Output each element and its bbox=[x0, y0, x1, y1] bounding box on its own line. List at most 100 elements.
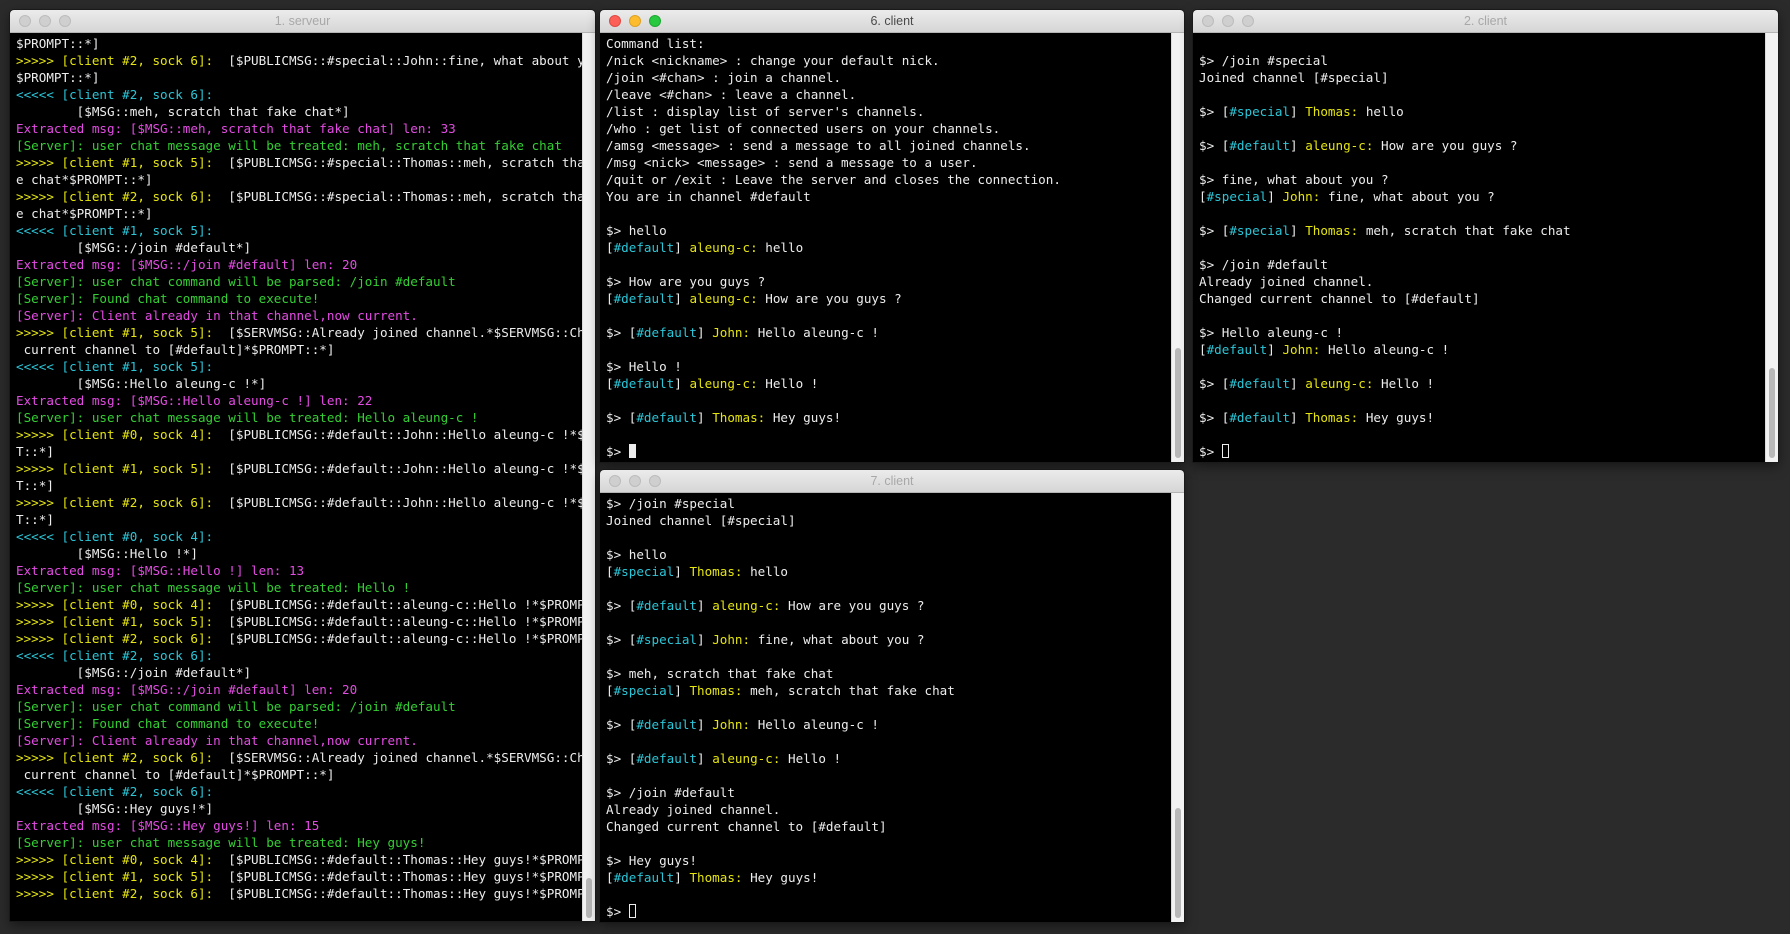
terminal-text: [$PUBLICMSG::#special::Thomas::meh, scra… bbox=[213, 189, 583, 204]
terminal-text: ] bbox=[1290, 376, 1306, 391]
close-button[interactable] bbox=[19, 15, 31, 27]
minimize-button[interactable] bbox=[629, 475, 641, 487]
terminal-text: ] bbox=[697, 717, 713, 732]
terminal-text: [Server]: user chat message will be trea… bbox=[16, 835, 426, 850]
scrollbar-thumb[interactable] bbox=[1175, 808, 1181, 918]
terminal-text: $> Hello aleung-c ! bbox=[1199, 325, 1344, 340]
terminal-window-client-6[interactable]: 6. client Command list: /nick <nickname> … bbox=[600, 10, 1184, 462]
titlebar-client-6[interactable]: 6. client bbox=[600, 10, 1184, 33]
terminal-text: <<<<< [client #1, sock 5]: bbox=[16, 359, 214, 374]
terminal-text: [$PUBLICMSG::#default::Thomas::Hey guys!… bbox=[213, 886, 583, 901]
terminal-text: [$SERVMSG::Already joined channel.*$SERV… bbox=[213, 750, 583, 765]
terminal-text: ] bbox=[1290, 410, 1306, 425]
terminal-line: <<<<< [client #1, sock 5]: bbox=[16, 222, 577, 239]
terminal-line: >>>>> [client #0, sock 4]: [$PUBLICMSG::… bbox=[16, 851, 583, 868]
terminal-window-client-7[interactable]: 7. client $> /join #special Joined channe… bbox=[600, 470, 1184, 922]
titlebar-client-7[interactable]: 7. client bbox=[600, 470, 1184, 493]
terminal-text: /nick <nickname> : change your default n… bbox=[606, 53, 940, 68]
close-button[interactable] bbox=[1202, 15, 1214, 27]
terminal-text: ] bbox=[697, 325, 713, 340]
terminal-line: [Server]: user chat message will be trea… bbox=[16, 137, 577, 154]
terminal-window-serveur[interactable]: 1. serveur $PROMPT::*] >>>>> [client #2, … bbox=[10, 10, 595, 921]
scrollbar-thumb[interactable] bbox=[586, 878, 592, 918]
terminal-line: Extracted msg: [$MSG::meh, scratch that … bbox=[16, 120, 577, 137]
terminal-text: [ bbox=[606, 376, 614, 391]
terminal-text: ] bbox=[697, 410, 713, 425]
terminal-text: #default bbox=[636, 717, 698, 732]
terminal-text: [$PUBLICMSG::#default::John::Hello aleun… bbox=[213, 427, 583, 442]
terminal-output[interactable]: $PROMPT::*] >>>>> [client #2, sock 6]: [$… bbox=[10, 33, 583, 921]
terminal-line: T::*] bbox=[16, 443, 577, 460]
terminal-output[interactable]: Command list: /nick <nickname> : change y… bbox=[600, 33, 1172, 462]
close-button[interactable] bbox=[609, 475, 621, 487]
terminal-text: [ bbox=[606, 870, 614, 885]
terminal-text: /list : display list of server's channel… bbox=[606, 104, 925, 119]
terminal-text: Extracted msg: [$MSG::/join #default] le… bbox=[16, 682, 358, 697]
minimize-button[interactable] bbox=[629, 15, 641, 27]
terminal-text: #default bbox=[636, 598, 698, 613]
terminal-line: /who : get list of connected users on yo… bbox=[606, 120, 1166, 137]
terminal-line: /leave <#chan> : leave a channel. bbox=[606, 86, 1166, 103]
zoom-button[interactable] bbox=[649, 475, 661, 487]
window-title: 6. client bbox=[870, 14, 914, 28]
terminal-text: $> hello bbox=[606, 223, 667, 238]
terminal-line: T::*] bbox=[16, 477, 577, 494]
terminal-text: hello bbox=[1358, 104, 1404, 119]
minimize-button[interactable] bbox=[1222, 15, 1234, 27]
terminal-line: >>>>> [client #1, sock 5]: [$PUBLICMSG::… bbox=[16, 460, 583, 477]
scrollbar[interactable] bbox=[1171, 493, 1184, 922]
terminal-text: Extracted msg: [$MSG::Hello !] len: 13 bbox=[16, 563, 305, 578]
scrollbar-thumb[interactable] bbox=[1769, 368, 1775, 458]
titlebar-client-2[interactable]: 2. client bbox=[1193, 10, 1778, 33]
terminal-text: [$PUBLICMSG::#default::aleung-c::Hello !… bbox=[213, 614, 583, 629]
terminal-line: >>>>> [client #0, sock 4]: [$PUBLICMSG::… bbox=[16, 596, 583, 613]
terminal-text: e chat*$PROMPT::*] bbox=[16, 172, 153, 187]
terminal-text: >>>>> [client #0, sock 4]: bbox=[16, 427, 214, 442]
terminal-line: $> Hello aleung-c ! bbox=[1199, 324, 1760, 341]
minimize-button[interactable] bbox=[39, 15, 51, 27]
scrollbar[interactable] bbox=[582, 33, 595, 921]
terminal-text: #default bbox=[613, 240, 675, 255]
terminal-text: #default bbox=[1229, 410, 1291, 425]
terminal-output[interactable]: $> /join #special Joined channel [#specia… bbox=[1193, 33, 1766, 462]
terminal-text: ] bbox=[697, 751, 713, 766]
scrollbar[interactable] bbox=[1765, 33, 1778, 462]
terminal-line: [$MSG::Hello !*] bbox=[16, 545, 577, 562]
scrollbar[interactable] bbox=[1171, 33, 1184, 462]
zoom-button[interactable] bbox=[649, 15, 661, 27]
close-button[interactable] bbox=[609, 15, 621, 27]
terminal-line: $> bbox=[1199, 443, 1760, 460]
terminal-text: #default bbox=[613, 291, 675, 306]
terminal-text: >>>>> [client #0, sock 4]: bbox=[16, 597, 214, 612]
terminal-line: [#default] John: Hello aleung-c ! bbox=[1199, 341, 1760, 358]
terminal-line: Joined channel [#special] bbox=[606, 512, 1166, 529]
terminal-line: /amsg <message> : send a message to all … bbox=[606, 137, 1166, 154]
titlebar-serveur[interactable]: 1. serveur bbox=[10, 10, 595, 33]
terminal-window-client-2[interactable]: 2. client $> /join #special Joined channe… bbox=[1193, 10, 1778, 462]
terminal-text: [$MSG::Hello !*] bbox=[16, 546, 198, 561]
terminal-text: ] bbox=[1290, 104, 1306, 119]
terminal-text: [$PUBLICMSG::#default::aleung-c::Hello !… bbox=[213, 597, 583, 612]
terminal-line: e chat*$PROMPT::*] bbox=[16, 171, 577, 188]
terminal-line: >>>>> [client #1, sock 5]: [$PUBLICMSG::… bbox=[16, 154, 583, 171]
terminal-text: $> /join #special bbox=[1199, 53, 1328, 68]
terminal-output[interactable]: $> /join #special Joined channel [#specia… bbox=[600, 493, 1172, 922]
window-controls bbox=[609, 15, 661, 27]
terminal-text: [Server]: Client already in that channel… bbox=[16, 733, 418, 748]
terminal-text: [$PUBLICMSG::#default::Thomas::Hey guys!… bbox=[213, 869, 583, 884]
terminal-line: Command list: bbox=[606, 35, 1166, 52]
terminal-text: $> [ bbox=[1199, 138, 1230, 153]
zoom-button[interactable] bbox=[1242, 15, 1254, 27]
scrollbar-thumb[interactable] bbox=[1175, 348, 1181, 458]
zoom-button[interactable] bbox=[59, 15, 71, 27]
terminal-line: Extracted msg: [$MSG::Hey guys!] len: 15 bbox=[16, 817, 577, 834]
terminal-text: [$PUBLICMSG::#default::aleung-c::Hello !… bbox=[213, 631, 583, 646]
